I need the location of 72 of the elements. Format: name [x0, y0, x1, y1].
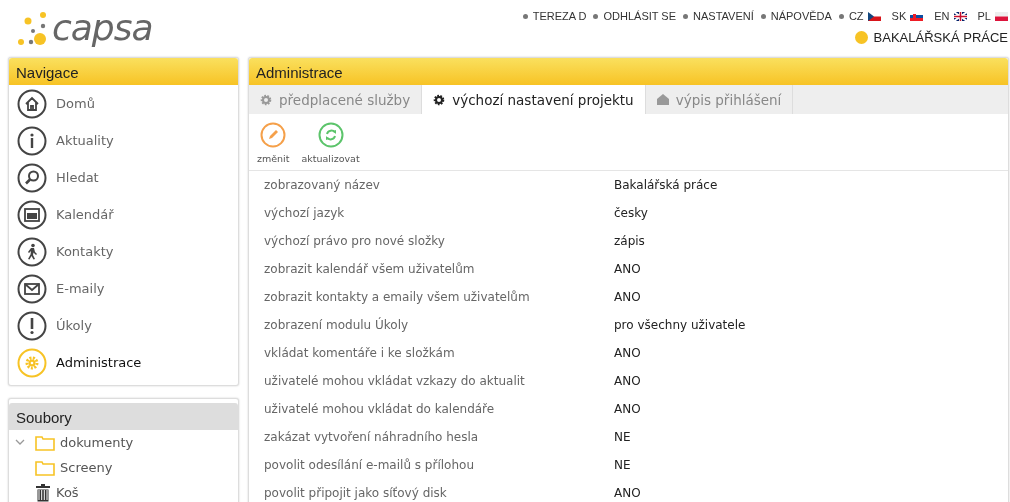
- setting-value: ANO: [614, 402, 641, 416]
- nav-item[interactable]: E-maily: [9, 270, 238, 307]
- nav-item[interactable]: Kontakty: [9, 233, 238, 270]
- file-tree-item[interactable]: Screeny: [35, 459, 113, 476]
- logo-text: capsa: [52, 8, 153, 48]
- setting-name: zobrazit kontakty a emaily všem uživatelům: [264, 290, 531, 304]
- toolbar-button[interactable]: aktualizovat: [301, 122, 360, 164]
- project-dot-icon: [854, 31, 868, 44]
- setting-value: NE: [614, 458, 631, 472]
- setting-name: povolit odesílání e-mailů s přílohou: [264, 458, 475, 472]
- setting-name: uživatelé mohou vkládat vzkazy do aktualit: [264, 374, 526, 388]
- setting-value: ANO: [614, 486, 641, 500]
- person-icon: [17, 236, 47, 267]
- folder-icon: [35, 434, 55, 451]
- header-link[interactable]: TEREZA D: [532, 10, 587, 22]
- language-link[interactable]: CZ: [848, 10, 881, 22]
- header-link[interactable]: NASTAVENÍ: [693, 10, 754, 22]
- pencil-icon: [260, 122, 287, 148]
- nav-item[interactable]: Domů: [9, 85, 238, 122]
- flag-icon: [910, 11, 924, 21]
- setting-name: zobrazení modulu Úkoly: [264, 318, 410, 332]
- setting-value: Bakalářská práce: [614, 178, 718, 192]
- setting-name: výchozí jazyk: [264, 206, 346, 220]
- setting-name: zobrazit kalendář všem uživatelům: [264, 262, 476, 276]
- alert-icon: [17, 310, 47, 341]
- setting-value: NE: [614, 430, 631, 444]
- tab[interactable]: výchozí nastavení projektu: [422, 85, 646, 114]
- gear-icon: [260, 93, 272, 106]
- setting-value: ANO: [614, 262, 641, 276]
- info-icon: [17, 125, 47, 156]
- header-link[interactable]: ODHLÁSIT SE: [603, 10, 677, 22]
- flag-icon: [867, 11, 881, 21]
- setting-name: zobrazovaný název: [264, 178, 381, 192]
- refresh-icon: [317, 122, 344, 148]
- setting-name: vkládat komentáře i ke složkám: [264, 346, 456, 360]
- toolbar-button[interactable]: změnit: [257, 122, 290, 164]
- language-link[interactable]: PL: [977, 10, 1008, 22]
- nav-item[interactable]: Administrace: [9, 344, 238, 381]
- nav-item[interactable]: Aktuality: [9, 122, 238, 159]
- gear-icon: [17, 347, 47, 378]
- language-link[interactable]: EN: [934, 10, 967, 22]
- setting-value: pro všechny uživatele: [614, 318, 746, 332]
- file-tree-item[interactable]: dokumenty: [35, 434, 134, 451]
- chevron-icon[interactable]: [15, 439, 25, 446]
- setting-name: zakázat vytvoření náhradního hesla: [264, 430, 480, 444]
- nav-item[interactable]: Úkoly: [9, 307, 238, 344]
- panel-title: Navigace: [9, 58, 238, 85]
- panel-title: Administrace: [249, 58, 1008, 85]
- calendar-icon: [17, 199, 47, 230]
- project-name: BAKALÁŘSKÁ PRÁCE: [873, 30, 1008, 45]
- home-icon: [17, 88, 47, 119]
- setting-value: ANO: [614, 290, 641, 304]
- header-link[interactable]: NÁPOVĚDA: [770, 10, 832, 22]
- panel-title: Soubory: [9, 403, 238, 430]
- flag-icon: [995, 11, 1008, 21]
- setting-value: ANO: [614, 374, 641, 388]
- nav-item[interactable]: Kalendář: [9, 196, 238, 233]
- setting-value: česky: [614, 206, 648, 220]
- setting-name: povolit připojit jako síťový disk: [264, 486, 448, 500]
- setting-name: uživatelé mohou vkládat do kalendáře: [264, 402, 496, 416]
- nav-item[interactable]: Hledat: [9, 159, 238, 196]
- setting-value: ANO: [614, 346, 641, 360]
- folder-icon: [35, 459, 55, 476]
- search-icon: [17, 162, 47, 193]
- setting-name: výchozí právo pro nové složky: [264, 234, 446, 248]
- language-link[interactable]: SK: [891, 10, 924, 22]
- house-icon: [656, 94, 669, 105]
- gear-icon: [433, 93, 446, 106]
- file-tree-item[interactable]: Koš: [35, 483, 79, 502]
- flag-icon: [953, 11, 967, 21]
- mail-icon: [17, 273, 47, 304]
- setting-value: zápis: [614, 234, 645, 248]
